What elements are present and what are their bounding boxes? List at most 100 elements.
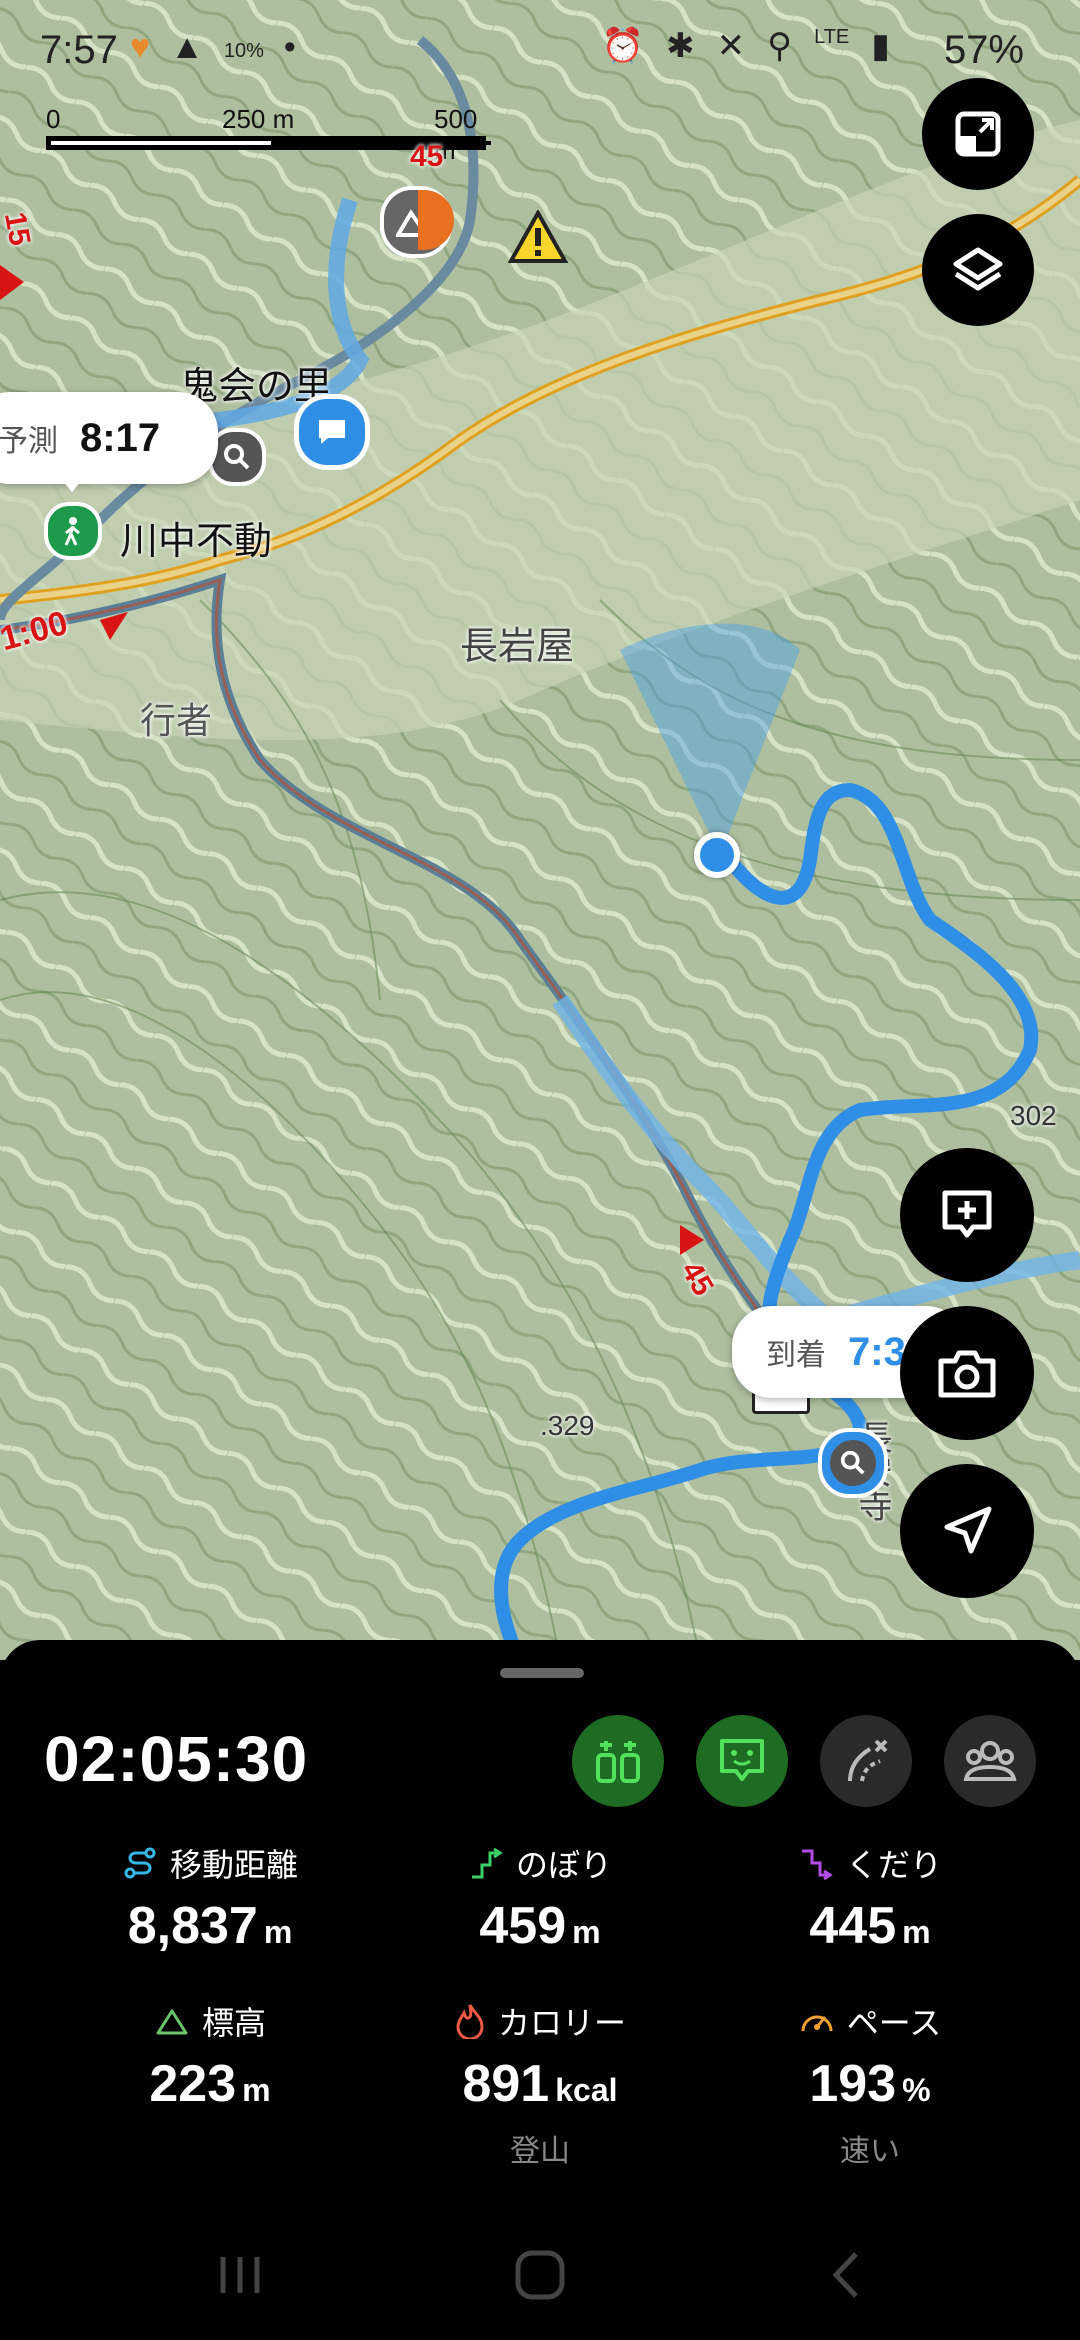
place-label-gyoja: 行者 [140,700,213,741]
add-comment-icon [942,1190,992,1238]
arrival-label: 到着 [766,1339,826,1372]
stat-calories-activity: 登山 [510,2135,570,2168]
forecast-label: 予測 [0,425,58,458]
stat-ascent-value: 459 [479,1897,567,1955]
dot-icon: • [283,28,296,66]
elevation-label-302: 302 [1010,1100,1057,1131]
place-label-kawanaka: 川中不動 [120,521,273,563]
status-right-icons: ⏰ ✱ ✕ ⚲ LTE ▮ [602,26,890,66]
stat-calories-unit: kcal [555,2072,618,2108]
scale-label-0: 0 [46,104,61,134]
fit-route-button[interactable] [922,78,1034,190]
speedometer-icon [801,2015,833,2032]
stat-ascent-label: のぼり [515,1847,612,1883]
recents-button[interactable] [200,2240,280,2310]
stat-descent-value: 445 [809,1897,897,1955]
off-route-button[interactable] [820,1715,912,1807]
home-button[interactable] [500,2240,580,2310]
ascent-icon [471,1847,503,1879]
fire-badge-icon: 10% [223,40,264,62]
map-view[interactable]: 7:57 ♥ ▲ 10% • ⏰ ✱ ✕ ⚲ LTE ▮ 57% 0 250 m… [0,0,1080,1660]
lte-icon: LTE [814,26,850,48]
comment-marker[interactable] [294,394,370,470]
chat-face-icon [720,1739,764,1781]
stat-distance-unit: m [263,1914,293,1950]
stat-distance-label: 移動距離 [169,1847,298,1883]
home-icon [515,2250,565,2300]
recents-icon [220,2257,260,2293]
arrival-time: 7:3 [848,1329,906,1374]
mountain-icon [156,2009,188,2035]
stat-pace-unit: % [902,2072,931,2108]
route-number-label-2: 45 [410,140,444,173]
forecast-time: 8:17 [80,415,161,460]
forecast-bubble-tail [60,478,84,492]
back-icon [832,2252,858,2298]
stat-calories-value: 891 [462,2055,550,2113]
signal-icon: ▮ [871,27,890,65]
group-button[interactable] [944,1715,1036,1807]
stat-pace: ペース 193% 速い [690,1998,1050,2170]
navigate-button[interactable] [900,1464,1034,1598]
heart-icon: ♥ [130,28,151,66]
layers-button[interactable] [922,214,1034,326]
stat-elevation-unit: m [242,2072,271,2108]
mute-icon: ✕ [716,27,746,65]
scale-label-250: 250 m [222,104,295,134]
memo-mode-button[interactable] [696,1715,788,1807]
flame-icon [456,2004,484,2039]
stat-elevation: 標高 223 m [30,1998,390,2114]
hiker-marker[interactable] [44,502,102,560]
chat-bubble-icon [319,420,345,444]
stat-elevation-value: 223 [149,2055,237,2113]
rest-mode-button[interactable] [572,1715,664,1807]
camera-button[interactable] [900,1306,1034,1440]
bluetooth-icon: ✱ [666,27,695,65]
descent-icon [801,1849,833,1881]
stat-descent-unit: m [902,1914,931,1950]
elevation-label-329: .329 [540,1410,595,1441]
warning-icon [507,208,569,263]
search-icon [840,1450,865,1475]
forecast-bubble[interactable]: 予測 8:17 [0,392,218,484]
layers-icon [953,247,1003,291]
stat-distance: 移動距離 8,837 m [30,1840,390,1956]
current-location-dot [694,832,740,878]
mountain-icon: ▲ [170,28,204,66]
stat-elevation-label: 標高 [201,2005,266,2041]
warning-marker[interactable] [507,208,569,268]
camera-icon [938,1350,996,1398]
alarm-icon: ⏰ [601,27,645,65]
stat-pace-value: 193 [809,2055,897,2113]
status-time: 7:57 [40,28,118,72]
distance-icon [124,1847,156,1879]
stat-ascent: のぼり 459 m [360,1840,720,1956]
stat-distance-value: 8,837 [127,1897,258,1955]
location-icon: ⚲ [767,27,793,65]
battery-level: 57% [943,28,1024,72]
stat-ascent-unit: m [572,1914,601,1950]
stat-pace-rating: 速い [840,2135,900,2168]
stat-calories: カロリー 891 kcal 登山 [360,1998,720,2170]
route-number-label-3: 15 [0,209,37,249]
system-nav-bar [0,2210,1080,2340]
fit-to-screen-icon [955,111,1001,157]
elapsed-timer: 02:05:30 [44,1723,309,1795]
add-memo-button[interactable] [900,1148,1034,1282]
stat-pace-label: ペース [846,2005,942,2041]
route-split-icon [848,1739,888,1782]
search-icon [224,444,250,470]
search-marker-2[interactable] [818,1428,888,1498]
navigation-arrow-icon [944,1506,992,1554]
back-button[interactable] [806,2240,886,2310]
stat-descent-label: くだり [845,1847,942,1883]
stat-descent: くだり 445 m [690,1840,1050,1956]
status-left-icons: ♥ ▲ 10% • [130,28,296,67]
group-icon [963,1741,1017,1781]
hiker-icon [64,517,80,546]
panel-drag-handle[interactable] [500,1668,584,1678]
status-bar: 7:57 ♥ ▲ 10% • ⏰ ✱ ✕ ⚲ LTE ▮ 57% [0,0,1080,100]
place-label-nagaiwaya: 長岩屋 [460,626,575,668]
stat-calories-label: カロリー [497,2005,626,2041]
hiking-gear-icon [596,1741,640,1783]
